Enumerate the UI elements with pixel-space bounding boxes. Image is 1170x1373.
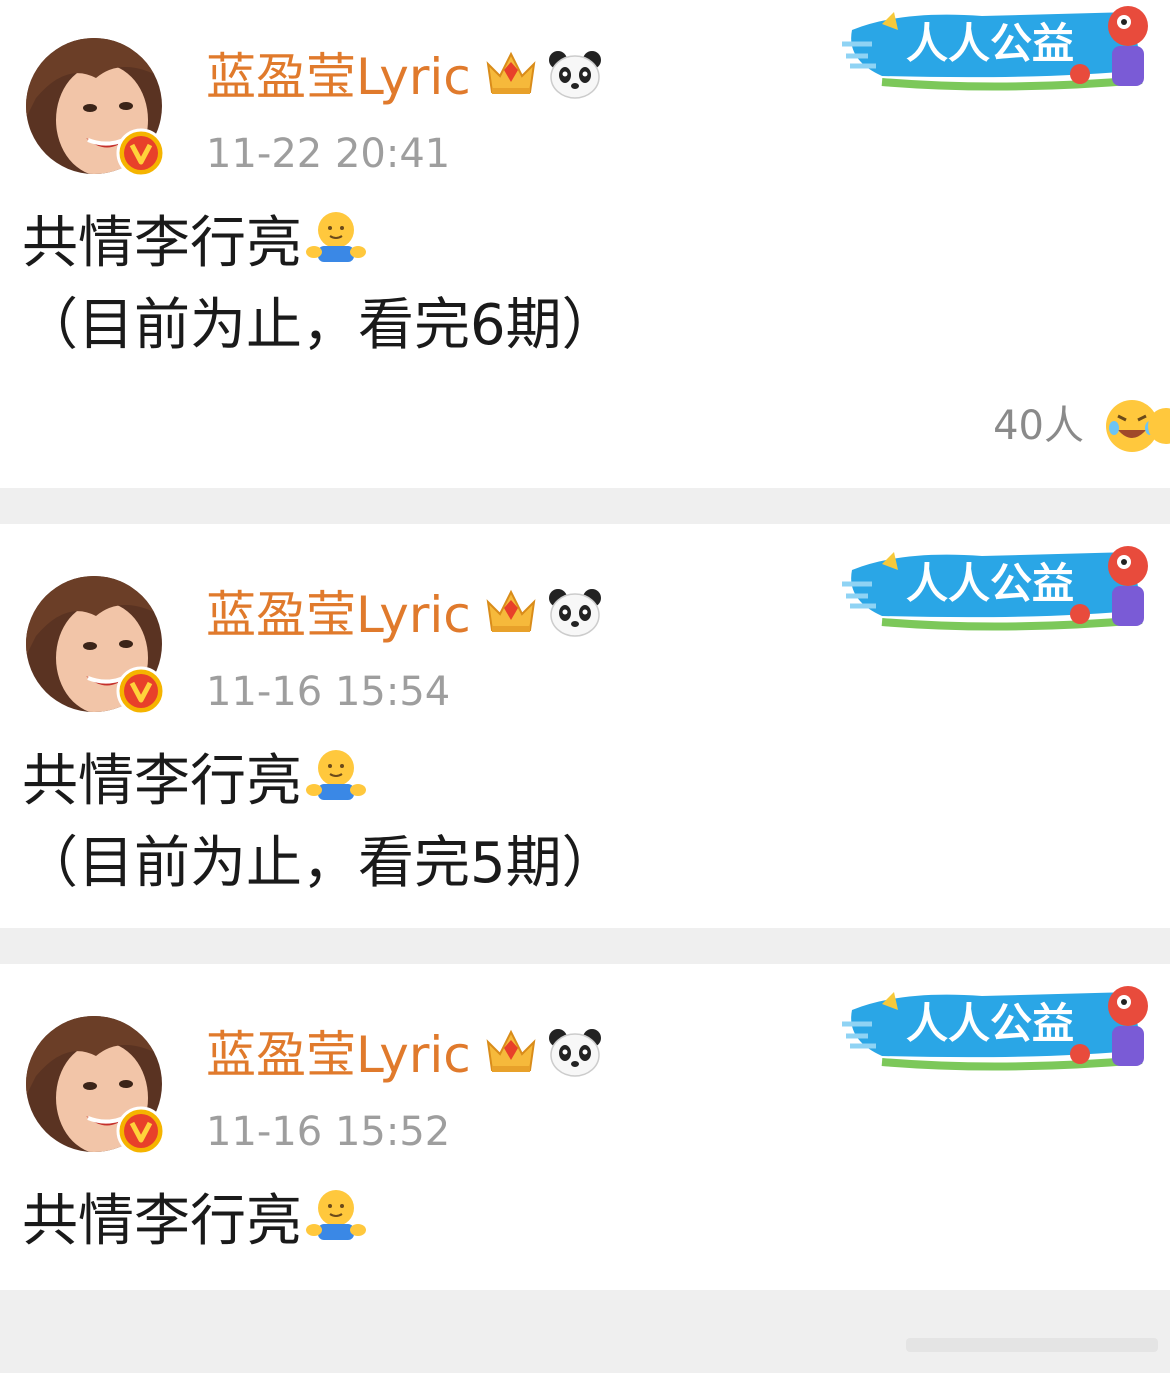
- laugh-cry-emoji-icon[interactable]: [1102, 398, 1170, 454]
- hug-emoji-icon: [306, 212, 366, 262]
- post-card[interactable]: 蓝盈莹Lyric 11-22 20:41 人人公益 共情李行亮 （目前为止，看完…: [0, 0, 1170, 488]
- post-card[interactable]: 蓝盈莹Lyric 11-16 15:52 人人公益 共情李行亮: [0, 964, 1170, 1290]
- post-card[interactable]: 蓝盈莹Lyric 11-16 15:54 人人公益 共情李行亮 （目前为止，看完…: [0, 524, 1170, 928]
- verified-v-icon: [116, 1106, 166, 1156]
- author-name[interactable]: 蓝盈莹Lyric: [206, 1022, 471, 1088]
- panda-icon: [549, 589, 601, 637]
- author-name[interactable]: 蓝盈莹Lyric: [206, 44, 471, 110]
- post-text-line: 共情李行亮: [22, 206, 366, 282]
- post-text-line: 共情李行亮: [22, 744, 366, 820]
- panda-icon: [549, 1029, 601, 1077]
- hug-emoji-icon: [306, 1190, 366, 1240]
- charity-banner[interactable]: 人人公益: [842, 540, 1162, 640]
- author-name[interactable]: 蓝盈莹Lyric: [206, 582, 471, 648]
- verified-v-icon: [116, 128, 166, 178]
- post-text-line: 共情李行亮: [22, 1184, 366, 1260]
- crown-icon: [486, 589, 536, 632]
- post-time: 11-16 15:54: [206, 669, 451, 715]
- crown-icon: [486, 1029, 536, 1072]
- post-text-line: （目前为止，看完6期）: [22, 293, 618, 358]
- banner-text: 人人公益: [906, 999, 1074, 1048]
- post-time: 11-16 15:52: [206, 1109, 451, 1155]
- charity-banner[interactable]: 人人公益: [842, 980, 1162, 1080]
- panda-icon: [549, 51, 601, 99]
- banner-text: 人人公益: [906, 559, 1074, 608]
- banner-text: 人人公益: [906, 19, 1074, 68]
- watermark: [906, 1338, 1158, 1352]
- charity-banner[interactable]: 人人公益: [842, 0, 1162, 100]
- post-text-line: （目前为止，看完5期）: [22, 831, 618, 896]
- post-time: 11-22 20:41: [206, 131, 451, 177]
- reaction-count[interactable]: 40人: [993, 398, 1084, 454]
- crown-icon: [486, 51, 536, 94]
- hug-emoji-icon: [306, 750, 366, 800]
- verified-v-icon: [116, 666, 166, 716]
